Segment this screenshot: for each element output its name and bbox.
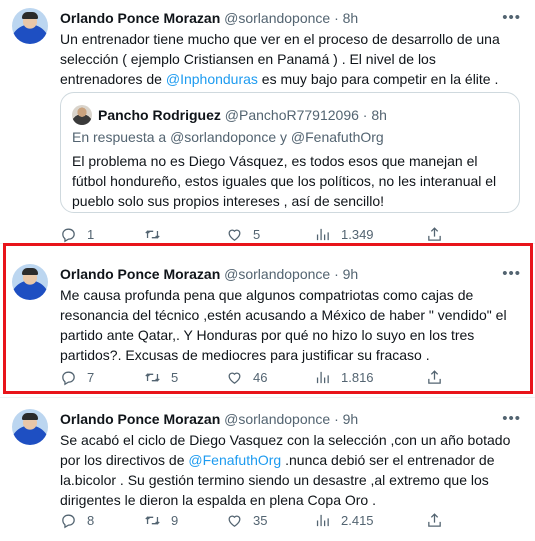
tweet-text: Se acabó el ciclo de Diego Vasquez con l… (60, 432, 511, 508)
like-button[interactable]: 35 (226, 510, 267, 530)
quote-author-name: Pancho Rodriguez (98, 107, 221, 123)
action-bar: 1 5 1.349 (60, 224, 500, 244)
reply-count: 8 (87, 512, 95, 528)
reply-button[interactable]: 8 (60, 510, 94, 530)
author-handle-time[interactable]: @sorlandoponce · 8h (224, 10, 358, 26)
more-icon[interactable]: ••• (502, 411, 521, 426)
mention-link[interactable]: @FenafuthOrg (188, 452, 281, 468)
views-count: 2.415 (341, 512, 374, 528)
retweet-button[interactable] (144, 224, 171, 244)
tweet-header: Orlando Ponce Morazan @sorlandoponce · 9… (60, 410, 358, 428)
avatar[interactable] (12, 409, 48, 445)
quote-author-handle: @PanchoR77912096 · 8h (224, 107, 387, 123)
author-name[interactable]: Orlando Ponce Morazan (60, 411, 220, 427)
mention-link[interactable]: @Inphonduras (166, 71, 258, 87)
reply-to-mentions[interactable]: @sorlandoponce y @FenafuthOrg (170, 129, 384, 145)
reply-button[interactable]: 1 (60, 224, 94, 244)
reply-context: En respuesta a @sorlandoponce y @Fenafut… (72, 129, 384, 145)
quote-text: El problema no es Diego Vásquez, es todo… (72, 153, 497, 209)
share-button[interactable] (426, 510, 443, 530)
share-icon (428, 226, 441, 241)
highlight-frame (3, 243, 533, 394)
author-name[interactable]: Orlando Ponce Morazan (60, 10, 220, 26)
views-icon (316, 228, 329, 240)
like-count: 35 (253, 512, 268, 528)
like-icon (228, 229, 241, 241)
like-icon (228, 515, 241, 527)
reply-icon (62, 228, 75, 242)
avatar[interactable] (12, 8, 48, 44)
views-button[interactable]: 1.349 (314, 224, 374, 244)
reply-count: 1 (87, 226, 95, 242)
like-button[interactable]: 5 (226, 224, 260, 244)
tweet-text: Un entrenador tiene mucho que ver en el … (60, 31, 500, 87)
tweet-header: Orlando Ponce Morazan @sorlandoponce · 8… (60, 9, 358, 27)
share-icon (428, 512, 441, 527)
tweet-1[interactable]: Orlando Ponce Morazan @sorlandoponce · 8… (0, 0, 535, 243)
retweet-button[interactable]: 9 (144, 510, 178, 530)
share-button[interactable] (426, 224, 443, 244)
retweet-icon (145, 229, 160, 239)
views-icon (316, 514, 329, 526)
more-icon[interactable]: ••• (502, 10, 521, 25)
quote-header: Pancho Rodriguez @PanchoR77912096 · 8h (98, 106, 387, 124)
retweet-count: 9 (171, 512, 179, 528)
quote-avatar (72, 105, 92, 125)
author-handle-time[interactable]: @sorlandoponce · 9h (224, 411, 358, 427)
tweet-3[interactable]: Orlando Ponce Morazan @sorlandoponce · 9… (0, 398, 535, 541)
views-button[interactable]: 2.415 (314, 510, 374, 530)
reply-icon (62, 514, 75, 528)
action-bar: 8 9 35 2.415 (60, 510, 500, 530)
like-count: 5 (253, 226, 261, 242)
retweet-icon (145, 515, 160, 525)
views-count: 1.349 (341, 226, 374, 242)
quoted-tweet[interactable]: Pancho Rodriguez @PanchoR77912096 · 8h E… (60, 92, 520, 213)
